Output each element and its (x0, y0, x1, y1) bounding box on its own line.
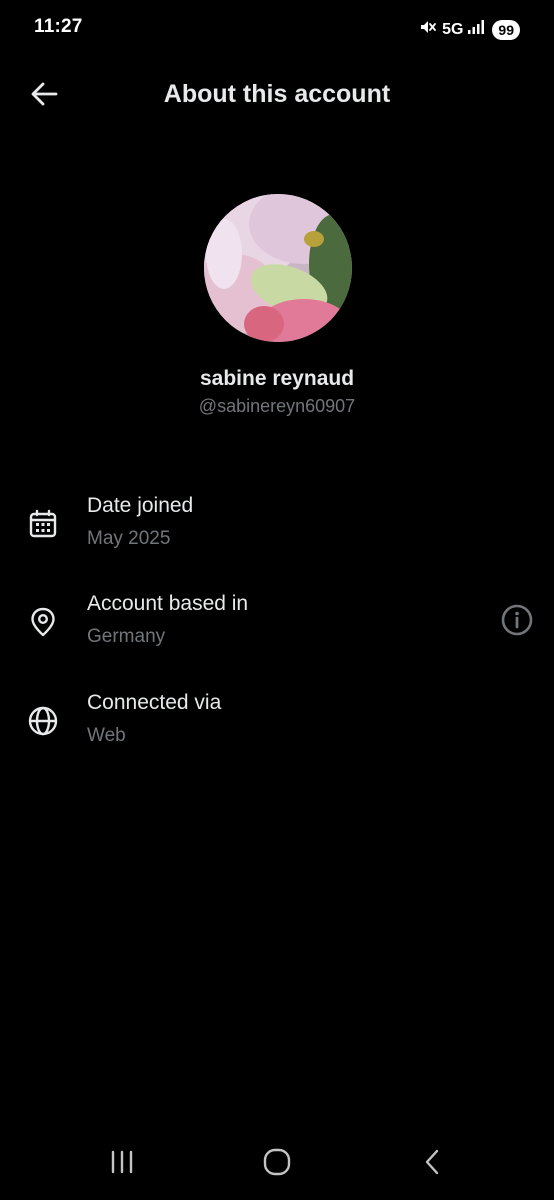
status-icons: 5G 99 (418, 17, 520, 42)
avatar[interactable] (204, 194, 352, 342)
back-icon (421, 1148, 443, 1181)
location-info-button[interactable] (499, 604, 535, 640)
calendar-icon (25, 506, 61, 542)
display-name: sabine reynaud (199, 367, 355, 390)
network-type: 5G (442, 20, 464, 38)
page-title: About this account (163, 80, 391, 108)
info-icon (500, 603, 534, 642)
date-joined-row: Date joined May 2025 (0, 492, 554, 562)
recent-apps-button[interactable] (102, 1146, 142, 1182)
account-location-label: Account based in (87, 592, 249, 615)
connected-via-label: Connected via (87, 691, 222, 714)
system-navigation-bar (0, 1130, 554, 1200)
recent-apps-icon (108, 1149, 136, 1180)
home-button[interactable] (257, 1146, 297, 1182)
location-pin-icon (25, 604, 61, 640)
date-joined-label: Date joined (87, 494, 194, 517)
date-joined-value: May 2025 (87, 528, 171, 549)
username-handle: @sabinereyn60907 (198, 396, 356, 416)
battery-level: 99 (492, 19, 520, 40)
header: About this account (0, 66, 554, 126)
status-bar: 11:27 5G 99 (0, 0, 554, 56)
account-location-value: Germany (87, 626, 166, 647)
account-location-row: Account based in Germany (0, 590, 554, 660)
globe-icon (25, 703, 61, 739)
status-time: 11:27 (34, 16, 83, 37)
nav-back-button[interactable] (412, 1146, 452, 1182)
mute-icon (418, 17, 438, 42)
connected-via-value: Web (87, 725, 126, 746)
home-icon (262, 1147, 292, 1182)
connected-via-row: Connected via Web (0, 689, 554, 759)
signal-icon (467, 19, 485, 40)
